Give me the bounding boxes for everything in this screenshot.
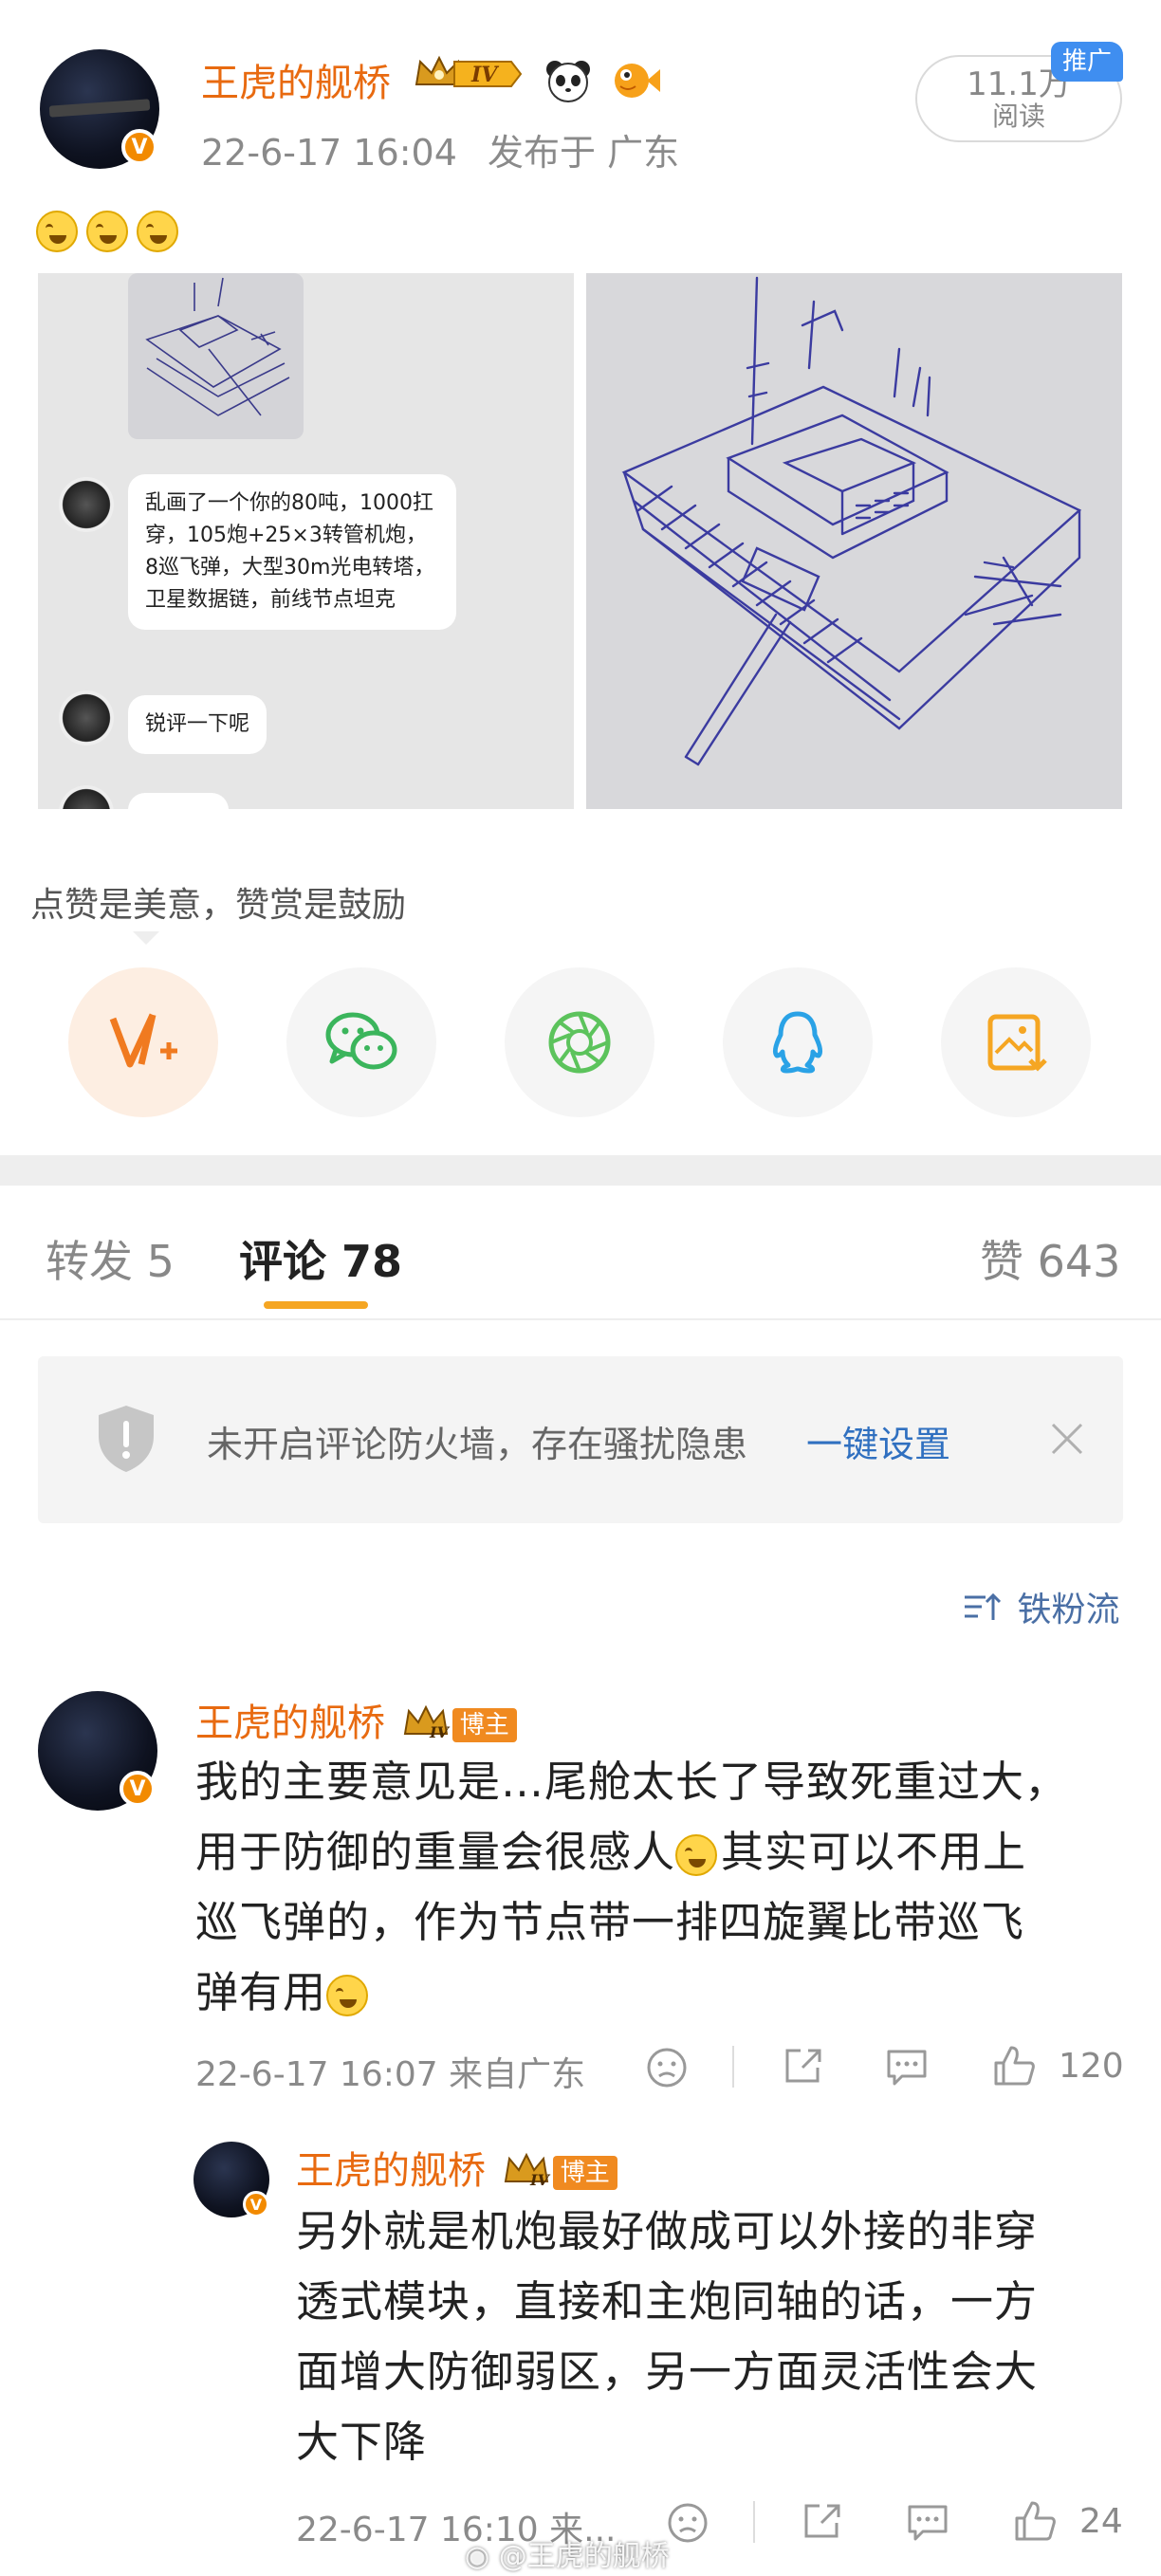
qq-share-button[interactable] <box>723 967 873 1117</box>
wechat-share-button[interactable] <box>286 967 436 1117</box>
svg-text:IV: IV <box>429 1723 450 1739</box>
post-time: 22-6-17 16:04 <box>201 132 457 174</box>
crown-level-icon: IV <box>413 52 526 96</box>
shield-icon <box>95 1404 157 1478</box>
laugh-cry-emoji-icon <box>326 1975 369 2016</box>
comment-sort-filter[interactable]: 铁粉流 <box>963 1582 1119 1632</box>
weibo-logo-icon: ◉ <box>465 2540 490 2573</box>
section-divider <box>0 1155 1161 1186</box>
save-image-icon <box>987 1014 1047 1072</box>
dislike-face-icon[interactable] <box>645 2046 689 2093</box>
reply-icon[interactable] <box>906 2501 949 2547</box>
comment-time: 22-6-17 16:07 来自广东 <box>195 2055 586 2094</box>
chat-avatar <box>59 785 114 809</box>
chat-image-thumbnail <box>128 273 304 439</box>
panda-icon <box>544 58 593 113</box>
svg-text:IV: IV <box>470 63 499 87</box>
post-author-name[interactable]: 王虎的舰桥 <box>201 62 391 105</box>
crown-level-icon: IV <box>403 1702 452 1749</box>
qq-icon <box>772 1011 823 1074</box>
reply-icon[interactable] <box>885 2046 929 2091</box>
chat-avatar <box>59 690 114 745</box>
verified-badge-icon: V <box>121 129 157 165</box>
laugh-cry-emoji-icon <box>36 211 78 252</box>
reply-avatar[interactable]: V <box>194 2142 269 2217</box>
chat-avatar <box>59 477 114 532</box>
like-count: 24 <box>1079 2502 1123 2541</box>
post-meta: 22-6-17 16:04 发布于 广东 <box>201 123 679 175</box>
svg-text:IV: IV <box>529 2171 550 2187</box>
chat-message-partial <box>128 793 229 809</box>
reward-prompt: 点赞是美意，赞赏是鼓励 <box>30 886 407 925</box>
vplus-button[interactable] <box>68 967 218 1117</box>
chat-message: 乱画了一个你的80吨，1000扛穿，105炮+25×3转管机炮，8巡飞弹，大型3… <box>128 474 456 630</box>
sort-icon <box>963 1592 1002 1632</box>
vplus-icon <box>109 1013 177 1068</box>
tab-likes[interactable]: 赞 643 <box>980 1227 1120 1290</box>
active-tab-indicator <box>264 1301 368 1309</box>
like-icon[interactable] <box>1013 2499 1057 2547</box>
moments-icon <box>548 1011 611 1074</box>
chat-message: 锐评一下呢 <box>128 695 267 754</box>
image-watermark: ◉ @王虎的舰桥 <box>465 2540 670 2573</box>
reply-author-row[interactable]: 王虎的舰桥 IV 博主 <box>296 2140 617 2197</box>
comment-author-name[interactable]: 王虎的舰桥 <box>195 1702 385 1745</box>
dislike-face-icon[interactable] <box>666 2501 710 2548</box>
tooltip-arrow <box>133 931 159 945</box>
firewall-banner-text: 未开启评论防火墙，存在骚扰隐患 <box>207 1424 748 1465</box>
laugh-cry-emoji-icon <box>86 211 129 252</box>
action-separator <box>732 2046 734 2088</box>
fish-icon <box>609 58 662 113</box>
verified-badge-icon: V <box>120 1771 156 1807</box>
comment-author-row[interactable]: 王虎的舰桥 IV 博主 <box>195 1692 517 1749</box>
close-icon[interactable] <box>1049 1421 1085 1461</box>
host-badge: 博主 <box>552 2156 617 2190</box>
action-separator <box>753 2501 755 2543</box>
save-image-button[interactable] <box>941 967 1091 1117</box>
comment-avatar[interactable]: V <box>38 1691 157 1811</box>
crown-level-icon: IV <box>504 2149 553 2197</box>
laugh-cry-emoji-icon <box>137 211 179 252</box>
repost-icon[interactable] <box>782 2045 825 2090</box>
post-image-tank-drawing[interactable] <box>586 273 1122 809</box>
author-avatar[interactable]: V <box>40 49 159 169</box>
wechat-icon <box>325 1012 397 1070</box>
promo-tag[interactable]: 推广 <box>1051 42 1123 82</box>
verified-badge-icon: V <box>243 2191 269 2217</box>
reply-text: 另外就是机炮最好做成可以外接的非穿 透式模块，直接和主炮同轴的话，一方 面增大防… <box>296 2206 1039 2467</box>
repost-icon[interactable] <box>801 2500 844 2546</box>
host-badge: 博主 <box>452 1708 517 1742</box>
post-location: 发布于 广东 <box>488 132 680 174</box>
tab-comments[interactable]: 评论 78 <box>239 1227 402 1290</box>
post-author-row[interactable]: 王虎的舰桥 IV <box>201 52 662 113</box>
moments-share-button[interactable] <box>505 967 654 1117</box>
like-icon[interactable] <box>992 2044 1036 2091</box>
filter-label: 铁粉流 <box>1017 1591 1120 1629</box>
reply-author-name[interactable]: 王虎的舰桥 <box>296 2149 486 2193</box>
laugh-cry-emoji-icon <box>675 1834 718 1876</box>
tabs-divider <box>0 1318 1161 1320</box>
one-click-setup-link[interactable]: 一键设置 <box>806 1415 950 1467</box>
like-count: 120 <box>1059 2047 1124 2086</box>
post-emoji-row <box>36 211 182 252</box>
tab-repost[interactable]: 转发 5 <box>46 1227 175 1290</box>
read-label: 阅读 <box>991 101 1045 132</box>
post-image-chat-screenshot[interactable]: 乱画了一个你的80吨，1000扛穿，105炮+25×3转管机炮，8巡飞弹，大型3… <box>38 273 574 809</box>
comment-text: 我的主要意见是…尾舱太长了导致死重过大， 用于防御的重量会很感人 其实可以不用上 … <box>195 1757 1069 2017</box>
